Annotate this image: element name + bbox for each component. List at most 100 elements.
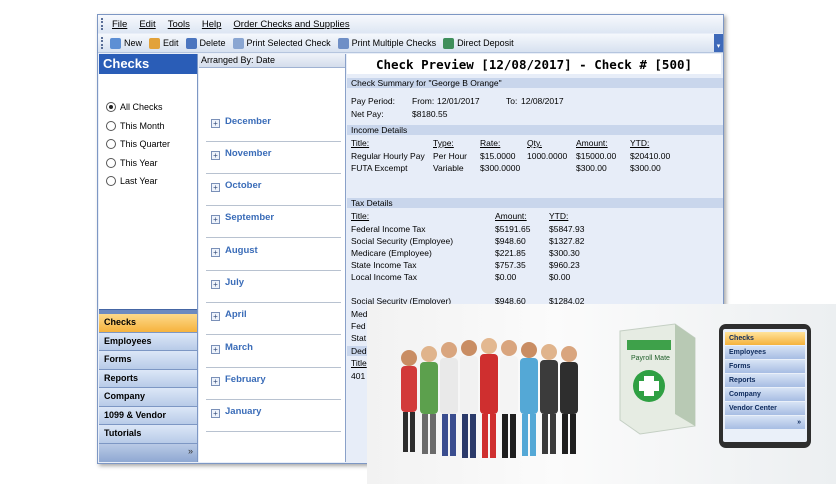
expand-icon[interactable]: + [211,377,220,386]
filter-this-year[interactable]: This Year [106,154,170,173]
menu-tools[interactable]: Tools [168,19,190,30]
print-icon [232,37,244,49]
tax-row: Medicare (Employee) $221.85 $300.30 [347,248,719,260]
month-group[interactable]: + December [206,110,341,142]
nav-forms[interactable]: Forms [99,351,197,370]
income-columns: Title: Type: Rate: Qty. Amount: YTD: [347,138,719,150]
radio-icon[interactable] [106,176,116,187]
menu-grip[interactable] [101,18,106,30]
expand-icon[interactable]: + [211,183,220,192]
nav-footer[interactable]: » [99,444,197,462]
people-group-image [401,338,578,458]
nav-employees[interactable]: Employees [99,332,197,351]
filter-this-quarter[interactable]: This Quarter [106,135,170,154]
column-header: Amount: [576,138,608,148]
month-group[interactable]: + September [206,206,341,238]
cell: $5191.65 [495,224,531,234]
month-group[interactable]: + October [206,174,341,206]
cell: Fed [351,321,366,331]
column-header: Title: [351,211,370,221]
column-header: Title [351,358,367,368]
month-group[interactable]: + January [206,400,341,432]
delete-label: Delete [199,38,226,48]
menu-edit[interactable]: Edit [139,19,155,30]
expand-icon[interactable]: + [211,312,220,321]
month-label: August [225,245,258,256]
cell: $300.30 [549,248,580,258]
expand-icon[interactable]: + [211,215,220,224]
tax-row: Local Income Tax $0.00 $0.00 [347,272,719,284]
print-multiple-icon [337,37,349,49]
filter-label: Last Year [120,176,158,187]
nav-1099-vendor[interactable]: 1099 & Vendor [99,406,197,425]
phone-nav-footer: » [725,416,805,429]
month-group[interactable]: + November [206,142,341,174]
radio-icon[interactable] [106,139,116,150]
expand-icon[interactable]: + [211,409,220,418]
new-button[interactable]: New [110,37,143,49]
direct-deposit-label: Direct Deposit [457,38,514,48]
menu-help[interactable]: Help [202,19,222,30]
income-header: Income Details [347,125,723,135]
cell: $757.35 [495,260,526,270]
new-label: New [124,38,143,48]
cell: FUTA Excempt [351,163,408,173]
from-label: From: [412,96,435,106]
expand-icon[interactable]: + [211,119,220,128]
toolbar: New Edit Delete Print Selected Check Pri… [98,34,723,53]
cell: $300.00 [630,163,661,173]
tax-row: Social Security (Employee) $948.60 $1327… [347,236,719,248]
toolbar-overflow-icon[interactable]: ▾ [714,34,723,52]
direct-deposit-button[interactable]: Direct Deposit [443,37,514,49]
expand-icon[interactable]: + [211,151,220,160]
edit-icon [149,37,161,49]
month-group[interactable]: + July [206,271,341,303]
expand-icon[interactable]: + [211,345,220,354]
expand-icon[interactable]: + [211,248,220,257]
arranged-by-header[interactable]: Arranged By: Date [199,54,345,68]
radio-icon[interactable] [106,120,116,131]
cell: Stat [351,333,367,343]
month-label: July [225,277,245,288]
nav-company[interactable]: Company [99,388,197,407]
print-multiple-button[interactable]: Print Multiple Checks [337,37,436,49]
filter-label: All Checks [120,102,163,113]
month-group[interactable]: + August [206,239,341,271]
radio-icon[interactable] [106,102,116,113]
cell: Variable [433,163,464,173]
to-date: 12/08/2017 [521,96,564,106]
expand-icon[interactable]: + [211,280,220,289]
month-group[interactable]: + April [206,303,341,335]
menu-file[interactable]: File [112,19,127,30]
print-selected-button[interactable]: Print Selected Check [232,37,331,49]
menu-order-checks[interactable]: Order Checks and Supplies [233,19,349,30]
pay-period-row: Pay Period: From: 12/01/2017 To: 12/08/2… [347,96,719,108]
delete-button[interactable]: Delete [185,37,226,49]
delete-icon [185,37,197,49]
cell: Regular Hourly Pay [351,151,425,161]
month-list-pane: Arranged By: Date + December + November + O… [199,54,346,462]
month-label: October [225,180,262,191]
month-group[interactable]: + February [206,368,341,400]
income-row: Regular Hourly Pay Per Hour $15.0000 100… [347,151,719,163]
nav-checks[interactable]: Checks [99,314,197,333]
chevron-down-icon[interactable]: » [188,446,193,456]
radio-icon[interactable] [106,157,116,168]
mobile-device-image: Checks Employees Forms Reports Company V… [719,324,811,448]
filter-label: This Month [120,120,165,131]
print-selected-label: Print Selected Check [246,38,331,48]
filter-last-year[interactable]: Last Year [106,172,170,191]
toolbar-grip[interactable] [101,37,106,49]
cell: $960.23 [549,260,580,270]
filter-all-checks[interactable]: All Checks [106,98,170,117]
edit-button[interactable]: Edit [149,37,179,49]
filter-label: This Year [120,157,158,168]
phone-nav-company: Company [725,388,805,401]
month-label: February [225,374,266,385]
nav-tutorials[interactable]: Tutorials [99,425,197,444]
month-group[interactable]: + March [206,336,341,368]
nav-reports[interactable]: Reports [99,369,197,388]
filter-this-month[interactable]: This Month [106,117,170,136]
cell: $948.60 [495,236,526,246]
cell: Local Income Tax [351,272,417,282]
